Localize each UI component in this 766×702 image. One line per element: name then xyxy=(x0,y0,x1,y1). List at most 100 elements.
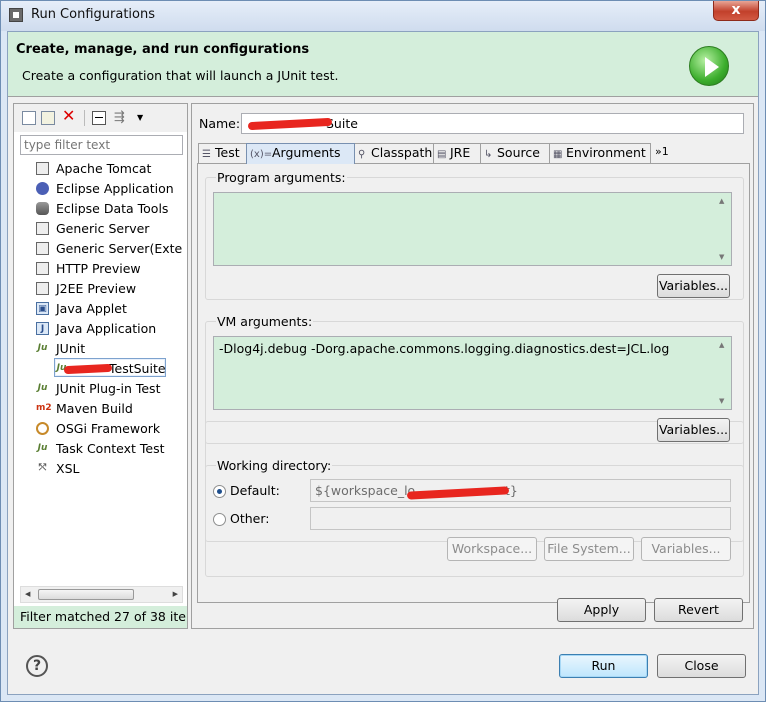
program-arguments-title: Program arguments: xyxy=(216,170,347,185)
name-input[interactable]: Suite xyxy=(241,113,744,134)
working-directory-group: Working directory: Default: ${workspace_… xyxy=(205,458,744,577)
scroll-up-icon[interactable]: ▲ xyxy=(719,341,724,349)
help-icon[interactable]: ? xyxy=(26,655,48,677)
config-tree: Apache Tomcat Eclipse Application Eclips… xyxy=(20,159,183,584)
java-app-icon: J xyxy=(36,322,49,335)
default-radio[interactable] xyxy=(213,485,226,498)
name-label: Name: xyxy=(199,116,241,131)
default-label: Default: xyxy=(230,483,280,498)
tree-item-label: J2EE Preview xyxy=(56,281,137,296)
file-system-button[interactable]: File System... xyxy=(544,537,634,561)
duplicate-icon[interactable] xyxy=(41,111,55,125)
arguments-tab-content: Program arguments: ▲ ▼ Variables... VM a… xyxy=(197,163,750,603)
other-directory-field[interactable] xyxy=(310,507,731,530)
tree-item-label: JUnit xyxy=(56,341,86,356)
new-launch-config-icon[interactable] xyxy=(22,111,36,125)
collapse-all-icon[interactable] xyxy=(92,111,106,125)
tab-environment[interactable]: ▦ Environment xyxy=(549,143,651,163)
program-arguments-input[interactable]: ▲ ▼ xyxy=(213,192,732,266)
config-toolbar: ✕ ⇶ ▼ xyxy=(14,104,187,132)
config-editor-panel: Name: Suite ☰ Test (x)=Arguments ⚲ Classpa… xyxy=(191,103,754,629)
app-icon xyxy=(9,8,23,22)
server-icon xyxy=(36,262,49,275)
program-arguments-group: Program arguments: ▲ ▼ Variables... xyxy=(205,170,744,300)
launch-config-panel: ✕ ⇶ ▼ Apache Tomcat Eclipse Application xyxy=(13,103,188,629)
osgi-icon xyxy=(36,422,49,435)
redaction-mark xyxy=(406,486,510,500)
test-icon: ☰ xyxy=(202,149,211,160)
maven-icon: m2 xyxy=(36,403,52,413)
server-icon xyxy=(36,222,49,235)
scroll-thumb[interactable] xyxy=(38,589,134,600)
filter-status: Filter matched 27 of 38 items xyxy=(14,606,187,628)
tree-item-label: Generic Server xyxy=(56,221,150,236)
tree-item-label: OSGi Framework xyxy=(56,421,161,436)
applet-icon: ▣ xyxy=(36,302,49,315)
tab-label: Arguments xyxy=(272,145,341,160)
vm-variables-button[interactable]: Variables... xyxy=(657,418,730,442)
filter-icon[interactable]: ⇶ xyxy=(114,111,128,125)
environment-icon: ▦ xyxy=(553,149,563,160)
vm-arguments-scrollbar[interactable]: ▲ ▼ xyxy=(716,338,730,408)
tree-horizontal-scrollbar[interactable]: ◀ ▶ xyxy=(20,586,183,603)
tab-test[interactable]: ☰ Test xyxy=(198,143,247,163)
xsl-icon: ⤲ xyxy=(38,463,47,473)
filter-input[interactable] xyxy=(20,135,183,155)
tree-item-label: Java Applet xyxy=(56,301,127,316)
junit-icon: Ju xyxy=(37,443,48,453)
tree-item-label: Maven Build xyxy=(56,401,133,416)
tree-item-label: XSL xyxy=(56,461,80,476)
tree-item-label: JUnit Plug-in Test xyxy=(56,381,161,396)
working-dir-variables-button[interactable]: Variables... xyxy=(641,537,731,561)
scroll-down-icon[interactable]: ▼ xyxy=(719,397,724,405)
run-button[interactable]: Run xyxy=(559,654,648,678)
default-directory-value: ${workspace_lo xyxy=(315,483,416,498)
revert-button[interactable]: Revert xyxy=(654,598,743,622)
other-label: Other: xyxy=(230,511,270,526)
window-title: Run Configurations xyxy=(31,7,155,22)
tab-label: Environment xyxy=(566,145,646,160)
run-configurations-window: Run Configurations x Create, manage, and… xyxy=(0,0,766,702)
dropdown-icon[interactable]: ▼ xyxy=(137,113,151,127)
tree-item-label: Java Application xyxy=(56,321,157,336)
tree-item-testsuite[interactable]: Ju TestSuite xyxy=(54,358,166,377)
run-launch-icon xyxy=(689,46,729,86)
delete-icon[interactable]: ✕ xyxy=(62,108,76,124)
vm-arguments-input[interactable]: -Dlog4j.debug -Dorg.apache.commons.loggi… xyxy=(213,336,732,410)
scroll-right-icon[interactable]: ▶ xyxy=(173,590,178,598)
server-icon xyxy=(36,242,49,255)
other-radio[interactable] xyxy=(213,513,226,526)
tab-label: Classpath xyxy=(371,145,433,160)
redaction-mark xyxy=(247,117,333,131)
program-arguments-scrollbar[interactable]: ▲ ▼ xyxy=(716,194,730,264)
tab-label: Source xyxy=(497,145,540,160)
scroll-up-icon[interactable]: ▲ xyxy=(719,197,724,205)
eclipse-icon xyxy=(36,182,49,195)
vm-arguments-title: VM arguments: xyxy=(216,314,314,329)
title-bar[interactable]: Run Configurations x xyxy=(1,1,765,31)
workspace-button[interactable]: Workspace... xyxy=(447,537,537,561)
tab-label: Test xyxy=(215,145,240,160)
tree-item-label: Eclipse Application xyxy=(56,181,174,196)
apply-button[interactable]: Apply xyxy=(557,598,646,622)
junit-icon: Ju xyxy=(37,383,48,393)
tab-arguments[interactable]: (x)=Arguments xyxy=(246,143,355,164)
scroll-left-icon[interactable]: ◀ xyxy=(25,590,30,598)
tab-label: JRE xyxy=(450,145,471,160)
tab-jre[interactable]: ▤ JRE xyxy=(433,143,481,163)
tab-source[interactable]: ↳ Source xyxy=(480,143,550,163)
tab-overflow-chevron[interactable]: »1 xyxy=(655,145,669,158)
window-close-button[interactable]: x xyxy=(713,1,759,21)
tomcat-icon xyxy=(36,162,49,175)
program-variables-button[interactable]: Variables... xyxy=(657,274,730,298)
tab-classpath[interactable]: ⚲ Classpath xyxy=(354,143,434,163)
tree-item-label: Generic Server(Extern xyxy=(56,241,183,256)
database-icon xyxy=(36,202,49,215)
close-button[interactable]: Close xyxy=(657,654,746,678)
classpath-icon: ⚲ xyxy=(358,149,366,160)
scroll-down-icon[interactable]: ▼ xyxy=(719,253,724,261)
tree-item-label: Task Context Test xyxy=(56,441,165,456)
server-icon xyxy=(36,282,49,295)
tree-item-label: HTTP Preview xyxy=(56,261,141,276)
vm-arguments-value: -Dlog4j.debug -Dorg.apache.commons.loggi… xyxy=(219,341,670,356)
